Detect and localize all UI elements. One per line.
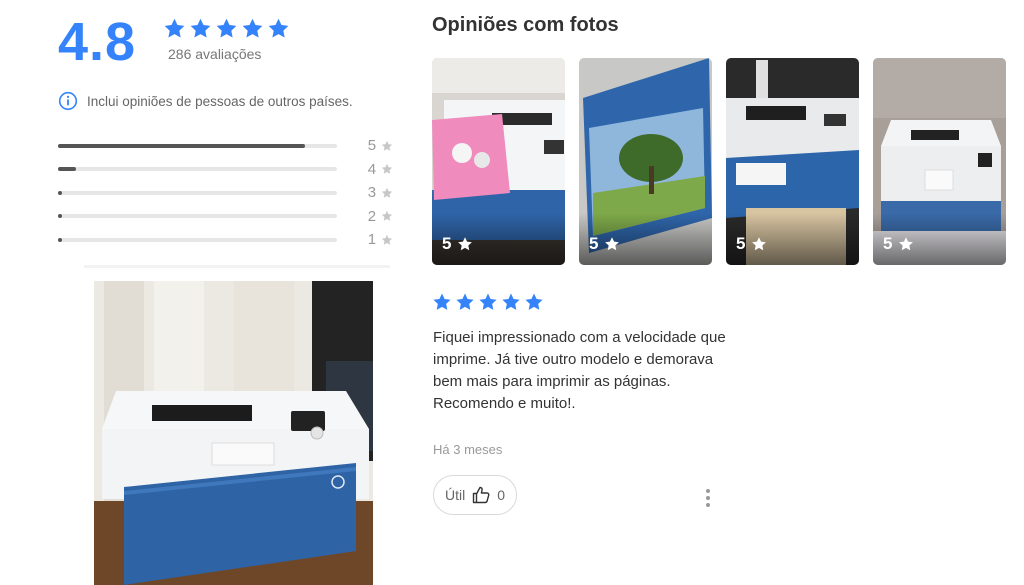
review-photo-thumbnail[interactable]: 5	[579, 58, 712, 265]
rating-bar-row[interactable]: 2	[58, 205, 393, 229]
divider	[84, 265, 390, 268]
rating-bar-label: 4	[367, 160, 377, 178]
star-icon	[215, 17, 238, 40]
thumbs-up-icon	[471, 485, 491, 505]
star-icon	[432, 292, 452, 312]
rating-bar-label: 2	[367, 207, 377, 225]
thumbnail-rating-value: 5	[883, 234, 893, 253]
star-icon	[381, 234, 393, 246]
rating-bar-label: 5	[367, 137, 377, 155]
more-vertical-icon[interactable]	[700, 486, 716, 510]
photos-section-title: Opiniões com fotos	[432, 14, 619, 36]
average-stars	[163, 17, 290, 40]
rating-bar-track	[58, 167, 338, 172]
info-circle-icon	[58, 91, 78, 111]
rating-distribution: 5 4 3 2 1	[58, 134, 393, 252]
thumbnail-rating: 5	[442, 234, 473, 254]
star-icon	[524, 292, 544, 312]
star-icon	[478, 292, 498, 312]
rating-bar-fill	[58, 190, 63, 195]
thumbnail-rating: 5	[883, 234, 914, 254]
review-date: Há 3 meses	[433, 442, 503, 457]
star-icon	[241, 17, 264, 40]
rating-bar-fill	[58, 214, 63, 219]
thumbnail-rating-value: 5	[442, 234, 452, 253]
star-icon	[189, 17, 212, 40]
star-icon	[267, 17, 290, 40]
info-note: Inclui opiniões de pessoas de outros paí…	[58, 91, 353, 111]
rating-bar-fill	[58, 143, 306, 148]
star-icon	[381, 163, 393, 175]
rating-bar-row[interactable]: 3	[58, 181, 393, 205]
star-icon	[381, 187, 393, 199]
rating-bar-row[interactable]: 5	[58, 134, 393, 158]
photo-thumbnails: 5 5 5 5	[432, 58, 1006, 265]
rating-bar-label: 1	[367, 231, 377, 249]
average-score: 4.8	[58, 12, 137, 72]
useful-count: 0	[497, 487, 506, 503]
review-stars	[432, 292, 544, 312]
useful-button[interactable]: Útil 0	[433, 475, 517, 515]
star-icon	[455, 292, 475, 312]
star-icon	[457, 236, 473, 252]
star-icon	[381, 140, 393, 152]
rating-bar-row[interactable]: 1	[58, 228, 393, 252]
rating-bar-track	[58, 214, 338, 219]
review-photo-thumbnail[interactable]: 5	[432, 58, 565, 265]
star-icon	[604, 236, 620, 252]
star-icon	[381, 210, 393, 222]
rating-bar-fill	[58, 237, 63, 242]
rating-bar-label: 3	[367, 184, 377, 202]
rating-bar-row[interactable]: 4	[58, 158, 393, 182]
info-text: Inclui opiniões de pessoas de outros paí…	[87, 93, 353, 109]
star-icon	[501, 292, 521, 312]
rating-count: 286 avaliações	[168, 46, 262, 62]
star-icon	[163, 17, 186, 40]
review-photo-thumbnail[interactable]: 5	[873, 58, 1006, 265]
rating-bar-track	[58, 190, 338, 195]
thumbnail-rating-value: 5	[736, 234, 746, 253]
rating-bar-track	[58, 143, 338, 148]
thumbnail-rating: 5	[736, 234, 767, 254]
thumbnail-rating: 5	[589, 234, 620, 254]
useful-label: Útil	[444, 487, 466, 503]
review-photo-thumbnail[interactable]: 5	[726, 58, 859, 265]
rating-bar-track	[58, 237, 338, 242]
star-icon	[898, 236, 914, 252]
review-text: Fiquei impressionado com a velocidade qu…	[433, 329, 726, 412]
thumbnail-rating-value: 5	[589, 234, 599, 253]
review-main-photo[interactable]	[94, 281, 373, 585]
star-icon	[751, 236, 767, 252]
rating-bar-fill	[58, 167, 77, 172]
